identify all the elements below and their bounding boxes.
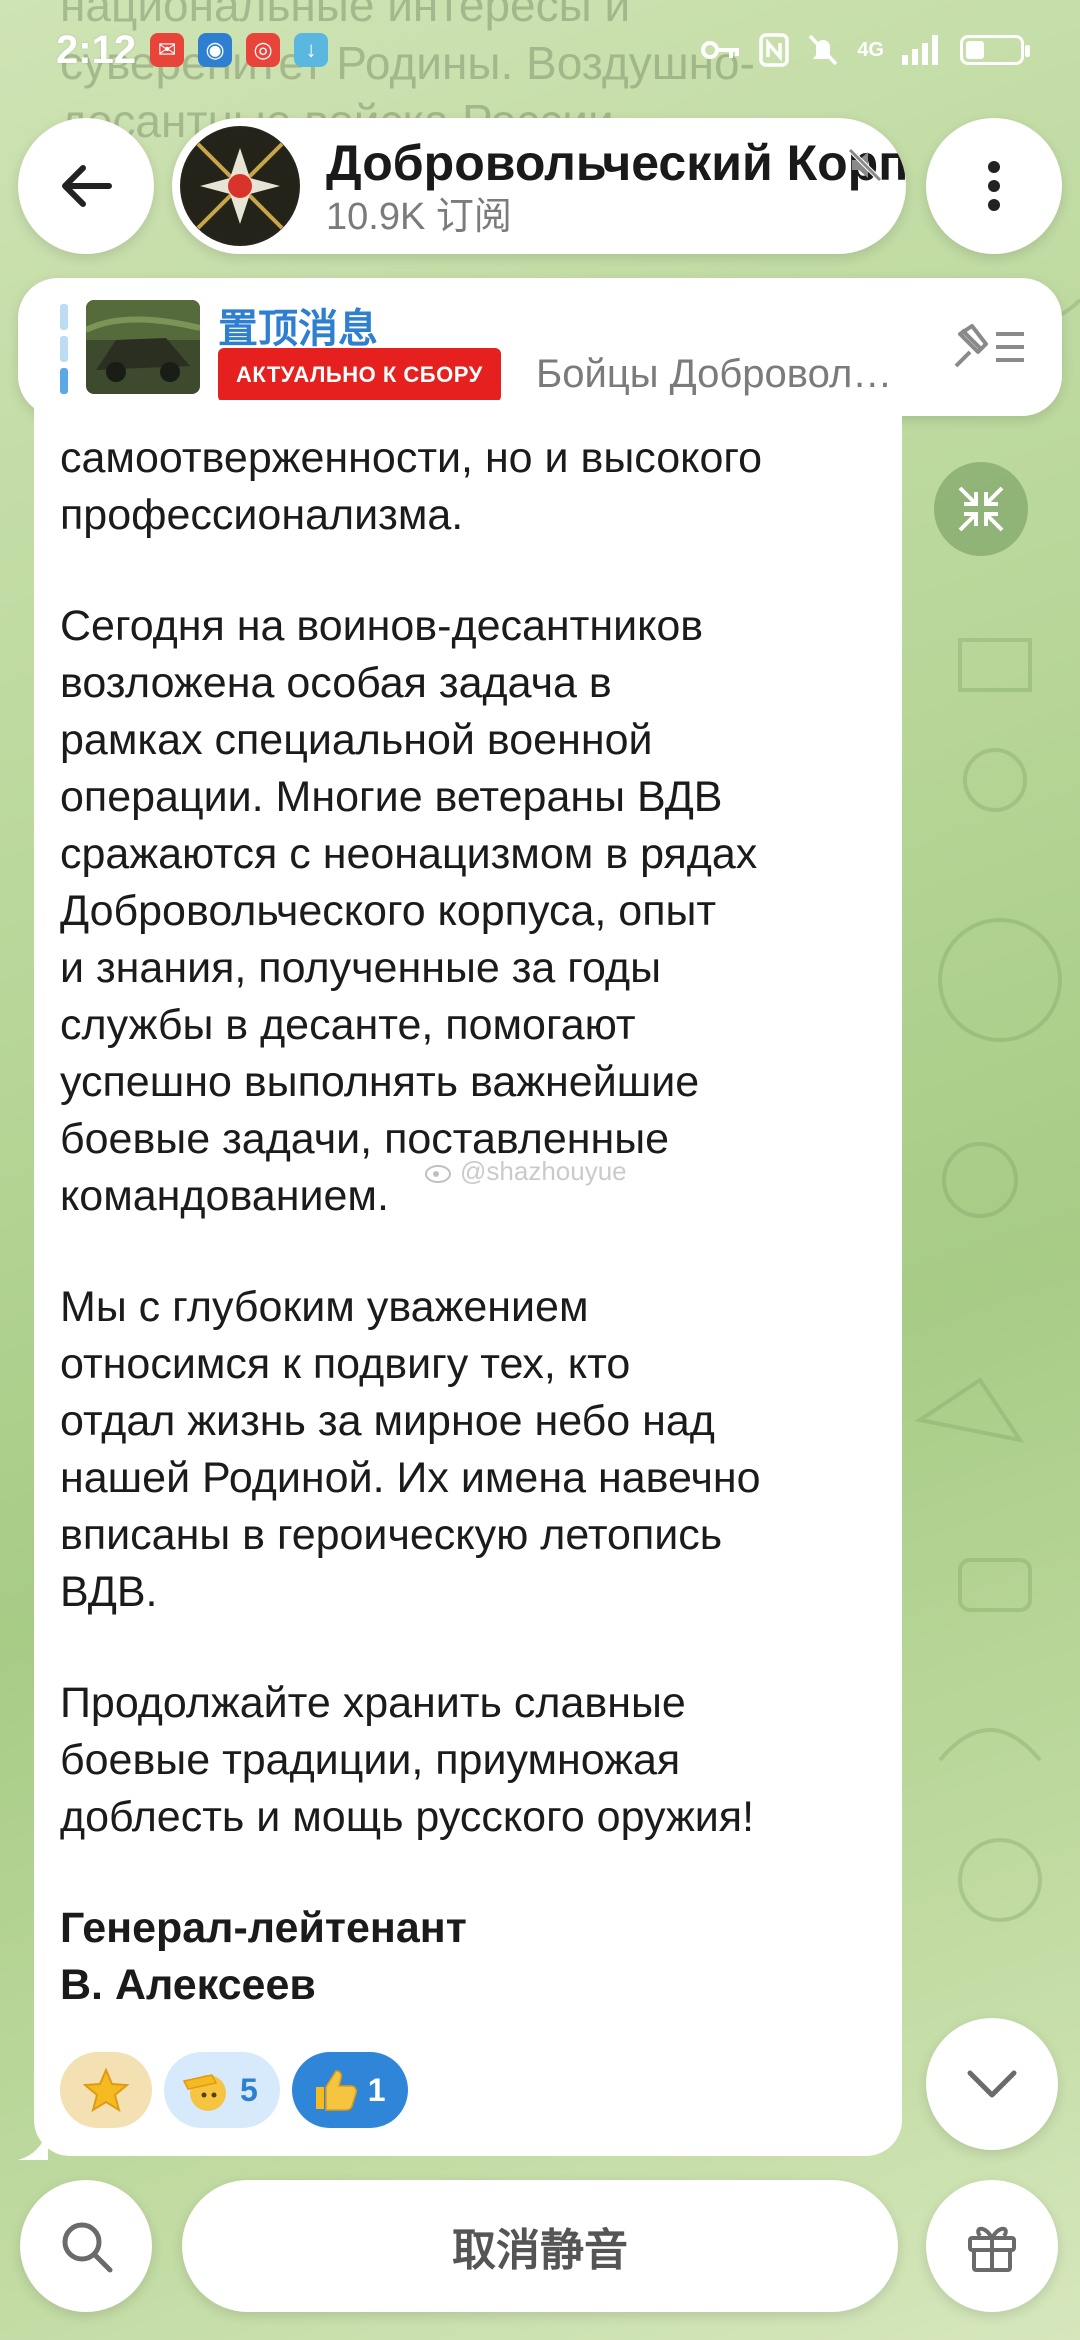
emblem-icon <box>182 128 298 244</box>
key-icon <box>701 41 740 59</box>
reaction-salute[interactable]: 5 <box>164 2052 280 2128</box>
subscriber-count: 10.9K 订阅 <box>326 196 512 238</box>
gift-button[interactable] <box>926 2180 1058 2312</box>
more-vertical-icon <box>988 161 1000 211</box>
pinned-message-bar[interactable]: 置顶消息 АКТУАЛЬНО К СБОРУ Бойцы Добровол… <box>18 278 1062 416</box>
message-paragraph: самоотверженности, но и высокого професс… <box>60 434 763 539</box>
message-signature: Генерал-лейтенант В. Алексеев <box>60 1904 467 2009</box>
search-button[interactable] <box>20 2180 152 2312</box>
watermark-text: @shazhouyue <box>460 1156 627 1186</box>
reaction-count: 1 <box>367 2071 386 2108</box>
thumbs-up-icon <box>315 2070 357 2111</box>
battery-icon <box>960 35 1030 65</box>
watermark: @shazhouyue <box>424 1156 627 1187</box>
gift-icon <box>968 2226 1016 2272</box>
pinned-list-icon[interactable] <box>952 322 1026 372</box>
reaction-star[interactable] <box>60 2052 152 2128</box>
salute-face-icon <box>182 2074 226 2111</box>
reactions-row: 5 1 <box>60 2052 408 2128</box>
mute-bell-icon <box>809 34 838 66</box>
channel-title: Добровольческий Корпус <box>326 135 906 191</box>
signal-icon <box>902 35 938 65</box>
download-icon: ↓ <box>294 33 329 67</box>
chevron-down-icon <box>967 2070 1017 2098</box>
bubble-tail <box>18 2130 48 2160</box>
status-bar: 2:12 ✉ ◉ ◎ ↓ 4G <box>0 0 1080 100</box>
arrow-left-icon <box>62 165 112 207</box>
notification-bulb-icon: ◉ <box>198 33 233 67</box>
reaction-count: 5 <box>240 2071 258 2108</box>
collapse-arrows-icon <box>958 486 1004 532</box>
pinned-tag: АКТУАЛЬНО К СБОРУ <box>218 348 501 402</box>
pinned-thumbnail <box>86 300 200 394</box>
muted-speaker-icon <box>848 148 882 182</box>
message-paragraph: Мы с глубоким уважением относимся к подв… <box>60 1283 761 1616</box>
status-time: 2:12 <box>56 27 137 72</box>
star-icon <box>83 2067 129 2113</box>
more-options-button[interactable] <box>926 118 1062 254</box>
notification-app-icon: ✉ <box>150 33 185 67</box>
channel-avatar[interactable] <box>180 126 300 246</box>
weibo-icon: ◎ <box>246 33 281 67</box>
pinned-preview-text: Бойцы Добровол… <box>536 352 893 396</box>
pinned-position-indicator <box>60 304 68 394</box>
message-paragraph: Сегодня на воинов-десантников возложена … <box>60 602 758 1220</box>
scroll-to-bottom-button[interactable] <box>926 2018 1058 2150</box>
back-button[interactable] <box>18 118 154 254</box>
message-text: самоотверженности, но и высокого професс… <box>60 430 900 2057</box>
reaction-thumbs-up[interactable]: 1 <box>291 2052 408 2128</box>
collapse-button[interactable] <box>934 462 1028 556</box>
channel-header[interactable]: Добровольческий Корпус 10.9K 订阅 <box>172 118 906 254</box>
message-paragraph: Продолжайте хранить славные боевые тради… <box>60 1679 755 1841</box>
message-bubble[interactable]: самоотверженности, но и высокого професс… <box>34 400 902 2156</box>
search-icon <box>62 2222 113 2273</box>
pinned-label: 置顶消息 <box>218 307 378 351</box>
nfc-icon <box>759 33 790 67</box>
unmute-button[interactable]: 取消静音 <box>182 2180 898 2312</box>
network-type: 4G <box>857 38 884 61</box>
